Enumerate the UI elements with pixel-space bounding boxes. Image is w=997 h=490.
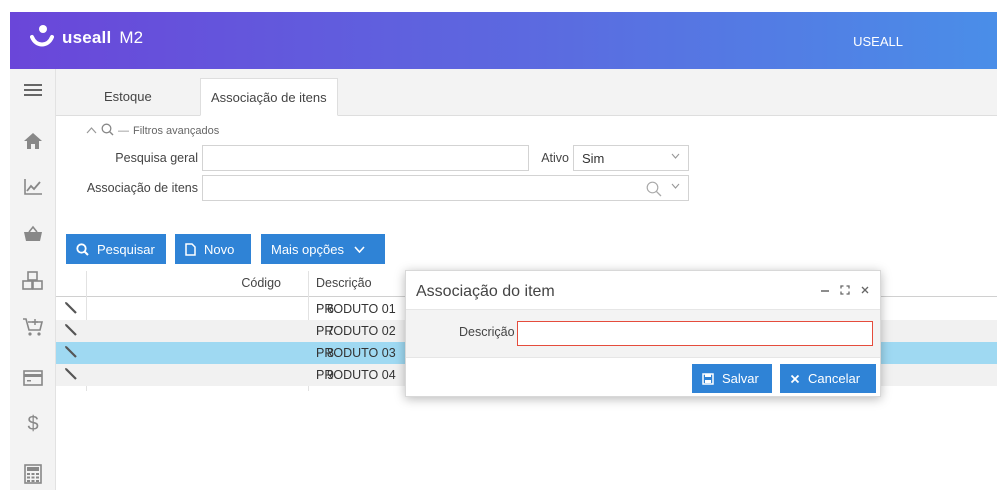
mais-opcoes-label: Mais opções [271,241,344,257]
ativo-label: Ativo [541,151,569,165]
chevron-down-icon [354,245,365,253]
chevron-down-icon[interactable] [671,181,680,192]
maximize-icon[interactable] [840,283,850,298]
product-name: M2 [119,28,144,47]
cancelar-button[interactable]: Cancelar [780,364,876,393]
novo-label: Novo [204,241,235,257]
brand-name: useall [62,28,112,47]
tab-bar: Estoque Associação de itens [56,69,997,116]
pesquisa-geral-input[interactable] [202,145,529,171]
pesquisa-geral-label: Pesquisa geral [115,151,198,165]
search-icon[interactable] [646,181,662,200]
basket-icon[interactable] [10,219,56,249]
menu-icon[interactable] [10,75,56,105]
logo-mark-icon [30,25,54,51]
new-document-icon [185,242,196,256]
edit-pencil-icon[interactable] [64,323,78,340]
col-header-codigo[interactable]: Código [231,276,281,290]
associacao-itens-label: Associação de itens [86,181,198,195]
boxes-icon[interactable] [10,266,56,296]
dialog-footer: Salvar Cancelar [406,357,880,396]
card-icon[interactable] [10,363,56,393]
novo-button[interactable]: Novo [175,234,251,264]
cancelar-label: Cancelar [808,371,861,386]
home-icon[interactable] [10,126,56,156]
advanced-filters-toggle[interactable]: — Filtros avançados [86,123,219,139]
descricao-label: Descrição [459,325,515,339]
col-header-descricao[interactable]: Descrição [316,276,372,290]
descricao-input[interactable] [517,321,873,346]
logo[interactable]: useall M2 [30,25,143,51]
top-bar: useall M2 USEALL [10,12,997,69]
chart-icon[interactable] [10,172,56,202]
edit-pencil-icon[interactable] [64,367,78,384]
pesquisar-button[interactable]: Pesquisar [66,234,166,264]
dialog-body: Descrição [406,309,880,357]
calculator-icon[interactable] [10,459,56,489]
cell-descricao: PRODUTO 03 [316,346,396,360]
pesquisar-label: Pesquisar [97,241,155,257]
chevron-up-icon [86,125,97,137]
tab-associacao-de-itens[interactable]: Associação de itens [200,78,338,116]
cart-icon[interactable] [10,312,56,342]
chevron-down-icon [671,151,680,162]
ativo-select[interactable]: Sim [573,145,689,171]
dash-icon: — [118,125,129,137]
search-icon [76,242,89,256]
close-icon [790,374,800,384]
cell-descricao: PRODUTO 01 [316,302,396,316]
search-icon [101,123,114,139]
salvar-button[interactable]: Salvar [692,364,772,393]
ativo-select-value: Sim [582,150,605,166]
save-icon [702,372,714,385]
salvar-label: Salvar [722,371,759,386]
mais-opcoes-button[interactable]: Mais opções [261,234,385,264]
edit-pencil-icon[interactable] [64,345,78,362]
sidebar: $ [10,69,56,490]
minimize-icon[interactable] [820,283,830,298]
user-menu[interactable]: USEALL [853,34,903,49]
advanced-filters-label: Filtros avançados [133,125,220,137]
cell-descricao: PRODUTO 02 [316,324,396,338]
close-icon[interactable] [860,283,870,298]
edit-pencil-icon[interactable] [64,301,78,318]
dialog-title: Associação do item [416,283,555,300]
cell-descricao: PRODUTO 04 [316,368,396,382]
tab-estoque[interactable]: Estoque [94,78,162,116]
associacao-itens-select[interactable] [202,175,689,201]
dollar-icon[interactable]: $ [10,409,56,439]
associacao-item-dialog: Associação do item Descrição Salvar Canc… [405,270,881,397]
